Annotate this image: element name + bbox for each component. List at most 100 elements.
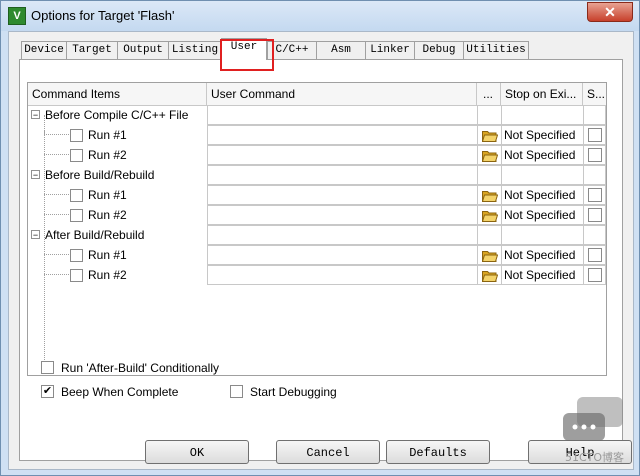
group-label: After Build/Rebuild <box>45 228 145 242</box>
user-command-input[interactable] <box>207 145 478 165</box>
s-checkbox[interactable] <box>588 188 602 202</box>
title-bar[interactable]: V Options for Target 'Flash' ✕ <box>1 1 639 31</box>
tab-listing[interactable]: Listing <box>168 41 222 59</box>
tab-device[interactable]: Device <box>21 41 67 59</box>
s-cell[interactable] <box>583 185 606 205</box>
run-checkbox[interactable] <box>70 189 83 202</box>
s-checkbox[interactable] <box>588 268 602 282</box>
after-build-conditionally-label: Run 'After-Build' Conditionally <box>61 361 219 375</box>
tab-debug[interactable]: Debug <box>414 41 464 59</box>
cancel-button[interactable]: Cancel <box>276 440 380 464</box>
browse-button[interactable] <box>477 145 502 165</box>
stop-on-exit-cell[interactable]: Not Specified <box>501 185 584 205</box>
defaults-button[interactable]: Defaults <box>386 440 490 464</box>
run-row: Run #2 Not Specified <box>28 145 606 165</box>
run-label: Run #2 <box>88 268 127 282</box>
run-label: Run #1 <box>88 248 127 262</box>
column-header-user-command[interactable]: User Command <box>207 83 477 105</box>
tab-user[interactable]: User <box>221 38 267 60</box>
folder-open-icon <box>482 131 498 142</box>
run-label: Run #2 <box>88 208 127 222</box>
stop-on-exit-value: Not Specified <box>504 188 576 202</box>
group-stop-cell <box>501 105 584 125</box>
user-command-input[interactable] <box>207 125 478 145</box>
collapse-icon[interactable]: − <box>31 110 40 120</box>
group-label: Before Build/Rebuild <box>45 168 155 182</box>
group-command-cell <box>207 105 478 125</box>
tab-linker[interactable]: Linker <box>365 41 415 59</box>
run-label: Run #1 <box>88 188 127 202</box>
run-checkbox[interactable] <box>70 269 83 282</box>
s-cell[interactable] <box>583 125 606 145</box>
group-browse-cell <box>477 225 502 245</box>
tab-asm[interactable]: Asm <box>316 41 366 59</box>
command-grid: Command Items User Command ... Stop on E… <box>27 82 607 376</box>
stop-on-exit-cell[interactable]: Not Specified <box>501 245 584 265</box>
user-command-input[interactable] <box>207 245 478 265</box>
stop-on-exit-value: Not Specified <box>504 148 576 162</box>
run-checkbox[interactable] <box>70 149 83 162</box>
stop-on-exit-value: Not Specified <box>504 128 576 142</box>
tab-target[interactable]: Target <box>66 41 118 59</box>
s-checkbox[interactable] <box>588 128 602 142</box>
app-icon: V <box>8 7 26 25</box>
browse-button[interactable] <box>477 125 502 145</box>
user-tab-panel: Command Items User Command ... Stop on E… <box>19 59 623 461</box>
start-debugging-checkbox[interactable] <box>230 385 243 398</box>
group-row-before-build: − Before Build/Rebuild <box>28 165 606 185</box>
browse-button[interactable] <box>477 265 502 285</box>
run-checkbox[interactable] <box>70 129 83 142</box>
beep-when-complete-label: Beep When Complete <box>61 385 179 399</box>
tab-cc[interactable]: C/C++ <box>267 41 317 59</box>
column-header-command-items[interactable]: Command Items <box>28 83 207 105</box>
s-checkbox[interactable] <box>588 148 602 162</box>
run-row: Run #1 Not Specified <box>28 245 606 265</box>
user-command-input[interactable] <box>207 185 478 205</box>
s-cell[interactable] <box>583 245 606 265</box>
group-row-before-compile: − Before Compile C/C++ File <box>28 105 606 125</box>
s-cell[interactable] <box>583 145 606 165</box>
browse-button[interactable] <box>477 205 502 225</box>
after-build-conditionally-checkbox[interactable] <box>41 361 54 374</box>
chat-bubble-icon: 51CTO博客 <box>563 397 624 464</box>
browse-button[interactable] <box>477 245 502 265</box>
folder-open-icon <box>482 211 498 222</box>
s-checkbox[interactable] <box>588 248 602 262</box>
s-cell[interactable] <box>583 205 606 225</box>
tab-utilities[interactable]: Utilities <box>463 41 529 59</box>
folder-open-icon <box>482 271 498 282</box>
group-command-cell <box>207 225 478 245</box>
beep-when-complete-checkbox[interactable]: ✔ <box>41 385 54 398</box>
close-button[interactable]: ✕ <box>587 2 633 22</box>
column-header-stop-on-exit[interactable]: Stop on Exi... <box>501 83 583 105</box>
stop-on-exit-value: Not Specified <box>504 208 576 222</box>
options-dialog: V Options for Target 'Flash' ✕ Device Ta… <box>0 0 640 476</box>
browse-button[interactable] <box>477 185 502 205</box>
group-s-cell <box>583 105 606 125</box>
group-command-cell <box>207 165 478 185</box>
run-checkbox[interactable] <box>70 249 83 262</box>
folder-open-icon <box>482 191 498 202</box>
stop-on-exit-cell[interactable]: Not Specified <box>501 145 584 165</box>
s-cell[interactable] <box>583 265 606 285</box>
stop-on-exit-cell[interactable]: Not Specified <box>501 265 584 285</box>
watermark: 51CTO博客 <box>557 395 633 465</box>
tab-output[interactable]: Output <box>117 41 169 59</box>
run-row: Run #2 Not Specified <box>28 265 606 285</box>
start-debugging-label: Start Debugging <box>250 385 337 399</box>
stop-on-exit-cell[interactable]: Not Specified <box>501 125 584 145</box>
user-command-input[interactable] <box>207 265 478 285</box>
user-command-input[interactable] <box>207 205 478 225</box>
group-row-after-build: − After Build/Rebuild <box>28 225 606 245</box>
group-stop-cell <box>501 225 584 245</box>
column-header-browse[interactable]: ... <box>477 83 501 105</box>
collapse-icon[interactable]: − <box>31 170 40 180</box>
collapse-icon[interactable]: − <box>31 230 40 240</box>
stop-on-exit-cell[interactable]: Not Specified <box>501 205 584 225</box>
column-header-s[interactable]: S... <box>583 83 606 105</box>
s-checkbox[interactable] <box>588 208 602 222</box>
run-row: Run #2 Not Specified <box>28 205 606 225</box>
ok-button[interactable]: OK <box>145 440 249 464</box>
folder-open-icon <box>482 151 498 162</box>
run-checkbox[interactable] <box>70 209 83 222</box>
